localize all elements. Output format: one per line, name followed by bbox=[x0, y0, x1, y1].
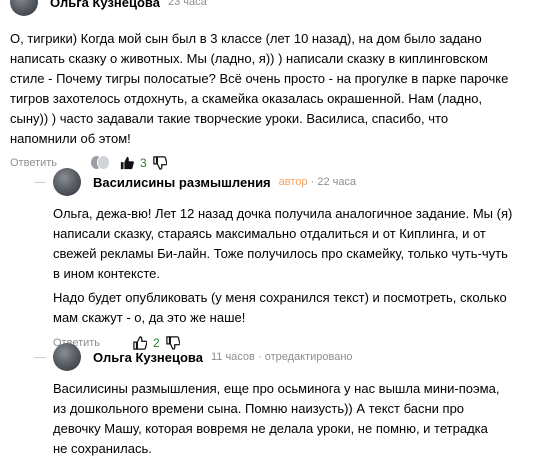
avatar[interactable] bbox=[53, 168, 81, 196]
author-badge: автор bbox=[278, 176, 308, 188]
comment-header: Василисины размышления автор · 22 часа bbox=[53, 168, 523, 196]
comment-text: О, тигрики) Когда мой сын был в 3 классе… bbox=[10, 29, 515, 149]
author-name[interactable]: Ольга Кузнецова bbox=[50, 0, 160, 10]
author-name[interactable]: Ольга Кузнецова bbox=[93, 350, 203, 365]
comment-1: Ольга Кузнецова 23 часа О, тигрики) Когд… bbox=[10, 0, 525, 170]
comment-time: 22 часа bbox=[317, 176, 357, 188]
reply-button[interactable]: Ответить bbox=[10, 157, 57, 169]
comment-time: 11 часов bbox=[210, 351, 255, 363]
avatar[interactable] bbox=[53, 343, 81, 371]
comment-text: Ольга, дежа-вю! Лет 12 назад дочка получ… bbox=[53, 204, 515, 328]
comment-text: Василисины размышления, еще про осьминог… bbox=[53, 379, 505, 459]
meta-separator: · bbox=[257, 351, 262, 363]
thread-connector bbox=[34, 182, 46, 183]
comment-header: Ольга Кузнецова 11 часов · отредактирова… bbox=[53, 343, 523, 371]
thread-connector bbox=[34, 357, 46, 358]
comment-3: Ольга Кузнецова 11 часов · отредактирова… bbox=[53, 343, 523, 463]
comment-2: Василисины размышления автор · 22 часа О… bbox=[53, 168, 523, 350]
comment-time: 23 часа bbox=[167, 0, 207, 8]
edited-status: отредактировано bbox=[264, 351, 353, 363]
meta-separator: · bbox=[310, 176, 315, 188]
comment-paragraph: Василисины размышления, еще про осьминог… bbox=[53, 381, 500, 456]
avatar[interactable] bbox=[10, 0, 38, 16]
comment-paragraph: Надо будет опубликовать (у меня сохранил… bbox=[53, 290, 507, 325]
comment-header: Ольга Кузнецова 23 часа bbox=[10, 0, 525, 16]
comment-paragraph: О, тигрики) Когда мой сын был в 3 классе… bbox=[10, 31, 509, 146]
comment-meta: 11 часов · отредактировано bbox=[211, 351, 353, 363]
comment-paragraph: Ольга, дежа-вю! Лет 12 назад дочка получ… bbox=[53, 206, 513, 281]
comment-meta: автор · 22 часа bbox=[279, 176, 356, 188]
author-name[interactable]: Василисины размышления bbox=[93, 175, 271, 190]
